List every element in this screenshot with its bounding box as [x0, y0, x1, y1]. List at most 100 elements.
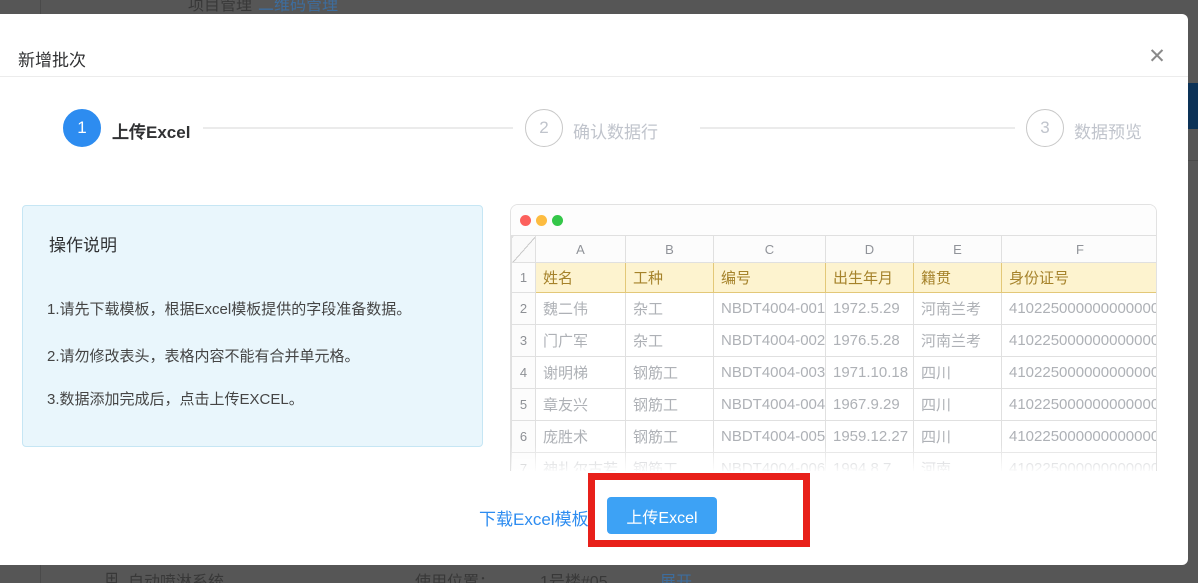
step-2-circle: 2: [525, 109, 563, 147]
background-right-divider: [1188, 160, 1198, 161]
excel-column-letter: C: [714, 236, 826, 263]
upload-excel-button[interactable]: 上传Excel: [607, 497, 717, 534]
background-tab-qrcode: 二维码管理: [258, 0, 338, 14]
excel-data-cell: 410225000000000000: [1002, 293, 1158, 325]
excel-header-cell: 编号: [714, 263, 826, 293]
step-3-label: 数据预览: [1074, 118, 1142, 143]
excel-data-cell: NBDT4004-005: [714, 421, 826, 453]
excel-column-letter: A: [536, 236, 626, 263]
excel-row-number: 3: [512, 325, 536, 357]
close-icon[interactable]: ✕: [1142, 42, 1172, 72]
excel-row-number: 5: [512, 389, 536, 421]
excel-data-cell: 钢筋工: [626, 453, 714, 472]
background-divider: [40, 0, 41, 14]
excel-table-body: ABCDEF 1 姓名工种编号出生年月籍贯身份证号 2魏二伟杂工NBDT4004…: [512, 236, 1158, 472]
background-navy-header-band: [1188, 83, 1198, 129]
excel-header-cell: 姓名: [536, 263, 626, 293]
excel-data-cell: 410225000000000000: [1002, 325, 1158, 357]
excel-header-row: 1 姓名工种编号出生年月籍贯身份证号: [512, 263, 1158, 293]
excel-row-number: 2: [512, 293, 536, 325]
excel-data-cell: NBDT4004-004: [714, 389, 826, 421]
excel-data-cell: 1959.12.27: [826, 421, 914, 453]
excel-data-cell: 河南兰考: [914, 293, 1002, 325]
excel-data-cell: NBDT4004-001: [714, 293, 826, 325]
instructions-title: 操作说明: [49, 231, 117, 256]
excel-data-cell: 1971.10.18: [826, 357, 914, 389]
excel-data-row: 6庞胜术钢筋工NBDT4004-0051959.12.27四川410225000…: [512, 421, 1158, 453]
add-batch-modal: 新增批次 ✕ 1 上传Excel 2 确认数据行 3 数据预览 操作说明 1.请…: [0, 14, 1188, 565]
excel-data-cell: 钢筋工: [626, 357, 714, 389]
background-top-strip: 项目管理 二维码管理: [0, 0, 1198, 14]
excel-header-cell: 身份证号: [1002, 263, 1158, 293]
excel-table: ABCDEF 1 姓名工种编号出生年月籍贯身份证号 2魏二伟杂工NBDT4004…: [511, 235, 1157, 471]
excel-titlebar: [511, 205, 1156, 235]
excel-header-cell: 籍贯: [914, 263, 1002, 293]
excel-column-letter: B: [626, 236, 714, 263]
download-excel-template-link[interactable]: 下载Excel模板: [479, 505, 589, 530]
excel-data-row: 2魏二伟杂工NBDT4004-0011972.5.29河南兰考410225000…: [512, 293, 1158, 325]
excel-data-cell: 410225000000000000: [1002, 389, 1158, 421]
step-connector: [700, 127, 1015, 129]
excel-data-cell: 钢筋工: [626, 389, 714, 421]
excel-data-row: 7神扎尔古若钢筋工NBDT4004-0061994.8.7河南410225000…: [512, 453, 1158, 472]
excel-data-cell: 杂工: [626, 293, 714, 325]
mac-minimize-icon: [536, 215, 547, 226]
background-location-label: 使用位置：: [415, 568, 495, 583]
excel-data-cell: 四川: [914, 357, 1002, 389]
step-1-circle: 1: [63, 109, 101, 147]
excel-row-number: 7: [512, 453, 536, 472]
header-divider: [0, 76, 1188, 77]
excel-data-cell: NBDT4004-006: [714, 453, 826, 472]
expand-tree-icon: ⊞: [105, 568, 118, 583]
excel-data-cell: 四川: [914, 421, 1002, 453]
background-tab-project: 项目管理: [188, 0, 252, 14]
excel-data-cell: 410225000000000000: [1002, 357, 1158, 389]
mac-close-icon: [520, 215, 531, 226]
excel-data-cell: 神扎尔古若: [536, 453, 626, 472]
excel-data-cell: 1976.5.28: [826, 325, 914, 357]
instruction-item: 2.请勿修改表头，表格内容不能有合并单元格。: [47, 345, 360, 366]
excel-header-cell: 出生年月: [826, 263, 914, 293]
excel-data-cell: 章友兴: [536, 389, 626, 421]
background-divider: [40, 565, 41, 583]
excel-data-cell: NBDT4004-002: [714, 325, 826, 357]
excel-data-cell: 门广军: [536, 325, 626, 357]
step-connector: [203, 127, 513, 129]
excel-data-row: 3门广军杂工NBDT4004-0021976.5.28河南兰考410225000…: [512, 325, 1158, 357]
excel-row-number: 6: [512, 421, 536, 453]
excel-data-cell: 410225000000000000: [1002, 453, 1158, 472]
excel-data-cell: 410225000000000000: [1002, 421, 1158, 453]
modal-title: 新增批次: [18, 46, 86, 71]
excel-data-cell: 谢明梯: [536, 357, 626, 389]
excel-data-cell: 魏二伟: [536, 293, 626, 325]
excel-data-cell: 1967.9.29: [826, 389, 914, 421]
excel-data-cell: 四川: [914, 389, 1002, 421]
instruction-item: 1.请先下载模板，根据Excel模板提供的字段准备数据。: [47, 298, 411, 319]
excel-data-cell: 河南: [914, 453, 1002, 472]
mac-zoom-icon: [552, 215, 563, 226]
excel-column-letter: E: [914, 236, 1002, 263]
excel-row-number: 4: [512, 357, 536, 389]
excel-data-cell: 1994.8.7: [826, 453, 914, 472]
step-2-label: 确认数据行: [573, 118, 658, 143]
instruction-item: 3.数据添加完成后，点击上传EXCEL。: [47, 388, 304, 409]
excel-data-cell: 钢筋工: [626, 421, 714, 453]
background-location-value: 1号楼#05: [540, 568, 608, 583]
excel-preview-panel: ABCDEF 1 姓名工种编号出生年月籍贯身份证号 2魏二伟杂工NBDT4004…: [510, 204, 1157, 471]
background-bottom-strip: ⊞ 自动喷淋系统 使用位置： 1号楼#05 展开: [0, 565, 1198, 583]
excel-data-cell: NBDT4004-003: [714, 357, 826, 389]
background-system-label: 自动喷淋系统: [128, 568, 224, 583]
excel-column-letter: F: [1002, 236, 1158, 263]
excel-data-row: 5章友兴钢筋工NBDT4004-0041967.9.29四川4102250000…: [512, 389, 1158, 421]
excel-corner-cell: [512, 236, 536, 263]
excel-data-cell: 1972.5.29: [826, 293, 914, 325]
excel-header-cell: 工种: [626, 263, 714, 293]
step-3-circle: 3: [1026, 109, 1064, 147]
background-expand-link[interactable]: 展开: [660, 568, 692, 583]
excel-data-row: 4谢明梯钢筋工NBDT4004-0031971.10.18四川410225000…: [512, 357, 1158, 389]
excel-letter-row: ABCDEF: [512, 236, 1158, 263]
excel-data-cell: 庞胜术: [536, 421, 626, 453]
excel-row-number: 1: [512, 263, 536, 293]
excel-column-letter: D: [826, 236, 914, 263]
instructions-panel: 操作说明 1.请先下载模板，根据Excel模板提供的字段准备数据。 2.请勿修改…: [22, 205, 483, 447]
